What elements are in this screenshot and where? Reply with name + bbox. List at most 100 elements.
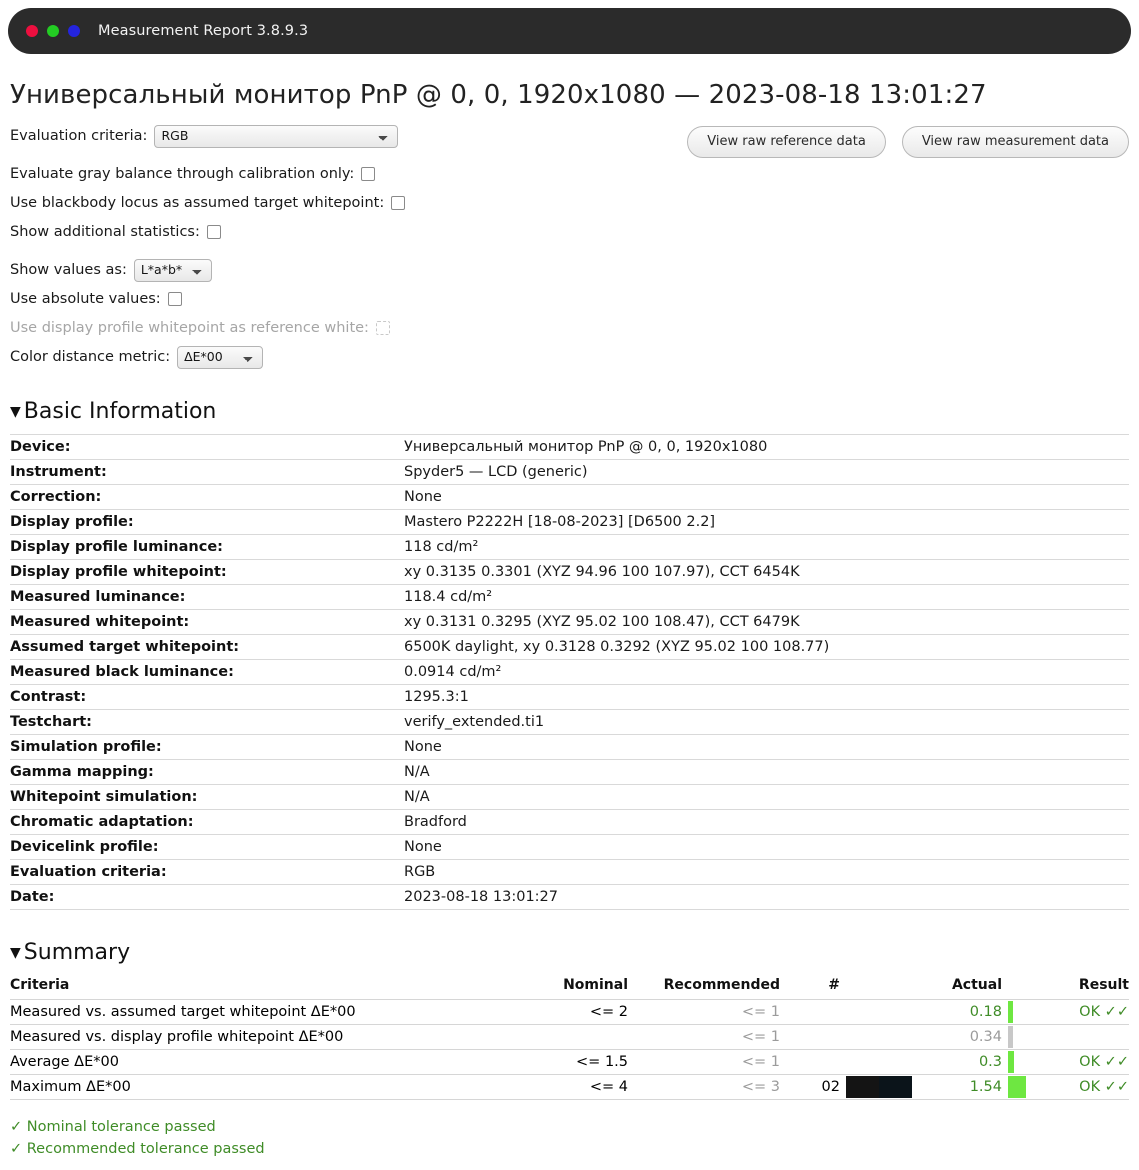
column-header-swatch bbox=[846, 975, 912, 1000]
bar-cell bbox=[1002, 1025, 1026, 1050]
tolerance-bar-track bbox=[1002, 1026, 1026, 1048]
additional-statistics-checkbox[interactable] bbox=[206, 225, 221, 239]
color-distance-metric-select[interactable]: ΔE*00 bbox=[177, 345, 264, 369]
table-row: Contrast: 1295.3:1 bbox=[10, 684, 1129, 710]
info-key: Measured black luminance: bbox=[10, 664, 234, 680]
number-cell bbox=[780, 1050, 846, 1075]
bar-cell bbox=[1002, 1000, 1026, 1025]
number-cell bbox=[780, 1000, 846, 1025]
info-key: Gamma mapping: bbox=[10, 764, 154, 780]
swatch-cell bbox=[846, 1025, 912, 1050]
absolute-values-checkbox[interactable] bbox=[167, 292, 182, 306]
table-row: Devicelink profile: None bbox=[10, 834, 1129, 860]
info-value: N/A bbox=[404, 789, 430, 805]
actual-cell: 0.3 bbox=[978, 1054, 1002, 1070]
table-row: Evaluation criteria: RGB bbox=[10, 859, 1129, 885]
bar-cell bbox=[1002, 1050, 1026, 1075]
evaluation-criteria-select[interactable]: RGB bbox=[154, 124, 399, 148]
info-key: Testchart: bbox=[10, 714, 92, 730]
recommended-cell: <= 1 bbox=[741, 1004, 780, 1020]
table-row: Average ΔE*00 <= 1.5 <= 1 0.3 OK ✓✓ bbox=[10, 1049, 1129, 1075]
info-value: Mastero P2222H [18-08-2023] [D6500 2.2] bbox=[404, 514, 716, 530]
additional-statistics-label: Show additional statistics: bbox=[10, 224, 200, 240]
info-key: Display profile whitepoint: bbox=[10, 564, 227, 580]
table-row: Display profile luminance: 118 cd/m² bbox=[10, 534, 1129, 560]
bar-cell bbox=[1002, 1075, 1026, 1100]
show-values-as-select[interactable]: L*a*b* bbox=[133, 258, 212, 282]
column-header-result: Result bbox=[1078, 977, 1129, 993]
column-header-nominal: Nominal bbox=[563, 977, 628, 993]
table-row: Gamma mapping: N/A bbox=[10, 759, 1129, 785]
recommended-cell: <= 1 bbox=[741, 1054, 780, 1070]
table-row: Device: Универсальный монитор PnP @ 0, 0,… bbox=[10, 434, 1129, 460]
gray-balance-row: Evaluate gray balance through calibratio… bbox=[10, 162, 1129, 186]
column-header-number: # bbox=[828, 977, 840, 993]
criteria-cell: Measured vs. assumed target whitepoint Δ… bbox=[10, 1004, 356, 1020]
table-row: Correction: None bbox=[10, 484, 1129, 510]
basic-information-heading[interactable]: ▼ Basic Information bbox=[10, 399, 1129, 424]
view-raw-measurement-data-button[interactable]: View raw measurement data bbox=[901, 126, 1129, 158]
view-raw-reference-data-button[interactable]: View raw reference data bbox=[687, 126, 886, 158]
nominal-cell: <= 4 bbox=[589, 1079, 628, 1095]
info-key: Devicelink profile: bbox=[10, 839, 159, 855]
legend-recommended-passed: ✓ Recommended tolerance passed bbox=[10, 1141, 265, 1158]
gray-balance-label: Evaluate gray balance through calibratio… bbox=[10, 166, 355, 182]
color-distance-metric-row: Color distance metric: ΔE*00 bbox=[10, 345, 1129, 369]
result-cell: OK ✓✓ bbox=[1079, 1079, 1129, 1095]
info-value: None bbox=[404, 489, 442, 505]
info-value: 0.0914 cd/m² bbox=[404, 664, 502, 680]
blackbody-locus-row: Use blackbody locus as assumed target wh… bbox=[10, 191, 1129, 215]
table-row: Measured vs. assumed target whitepoint Δ… bbox=[10, 999, 1129, 1025]
gray-balance-checkbox[interactable] bbox=[361, 167, 376, 181]
info-value: Универсальный монитор PnP @ 0, 0, 1920x1… bbox=[404, 439, 768, 455]
swatch-cell bbox=[846, 1050, 912, 1075]
result-cell: OK ✓✓ bbox=[1079, 1054, 1129, 1070]
summary-table: Criteria Nominal Recommended # Actual Re… bbox=[10, 975, 1129, 1100]
info-key: Display profile luminance: bbox=[10, 539, 223, 555]
result-cell bbox=[1026, 1025, 1129, 1050]
info-key: Chromatic adaptation: bbox=[10, 814, 194, 830]
show-values-as-label: Show values as: bbox=[10, 262, 127, 278]
column-header-criteria: Criteria bbox=[10, 977, 70, 993]
window-title-bar: Measurement Report 3.8.9.3 bbox=[8, 8, 1131, 54]
table-row: Instrument: Spyder5 — LCD (generic) bbox=[10, 459, 1129, 485]
maximize-dot-icon[interactable] bbox=[68, 25, 80, 37]
tolerance-bar bbox=[1008, 1076, 1026, 1098]
tolerance-bar bbox=[1008, 1026, 1013, 1048]
absolute-values-label: Use absolute values: bbox=[10, 291, 161, 307]
table-row: Display profile whitepoint: xy 0.3135 0.3… bbox=[10, 559, 1129, 585]
summary-heading[interactable]: ▼ Summary bbox=[10, 940, 1129, 965]
info-key: Whitepoint simulation: bbox=[10, 789, 198, 805]
table-row: Date: 2023-08-18 13:01:27 bbox=[10, 884, 1129, 910]
table-row: Measured vs. display profile whitepoint … bbox=[10, 1024, 1129, 1050]
close-dot-icon[interactable] bbox=[26, 25, 38, 37]
info-value: xy 0.3135 0.3301 (XYZ 94.96 100 107.97),… bbox=[404, 564, 800, 580]
absolute-values-row: Use absolute values: bbox=[10, 287, 1129, 311]
table-row: Measured black luminance: 0.0914 cd/m² bbox=[10, 659, 1129, 685]
criteria-cell: Maximum ΔE*00 bbox=[10, 1079, 131, 1095]
profile-whitepoint-reference-label: Use display profile whitepoint as refere… bbox=[10, 320, 369, 336]
info-value: Spyder5 — LCD (generic) bbox=[404, 464, 588, 480]
window-controls bbox=[26, 25, 80, 37]
table-row: Display profile: Mastero P2222H [18-08-20… bbox=[10, 509, 1129, 535]
tolerance-bar-track bbox=[1002, 1051, 1026, 1073]
info-key: Simulation profile: bbox=[10, 739, 162, 755]
info-value: RGB bbox=[404, 864, 436, 880]
info-value: Bradford bbox=[404, 814, 467, 830]
blackbody-locus-checkbox[interactable] bbox=[391, 196, 406, 210]
recommended-cell: <= 3 bbox=[741, 1079, 780, 1095]
nominal-cell bbox=[510, 1025, 628, 1050]
info-value: N/A bbox=[404, 764, 430, 780]
summary-heading-label: Summary bbox=[23, 940, 131, 965]
swatch-cell bbox=[846, 1000, 912, 1025]
collapse-triangle-icon: ▼ bbox=[10, 404, 21, 420]
number-cell: 02 bbox=[821, 1079, 840, 1095]
minimize-dot-icon[interactable] bbox=[47, 25, 59, 37]
collapse-triangle-icon: ▼ bbox=[10, 945, 21, 961]
info-value: 1295.3:1 bbox=[404, 689, 469, 705]
column-header-bar bbox=[1002, 975, 1026, 1000]
info-value: xy 0.3131 0.3295 (XYZ 95.02 100 108.47),… bbox=[404, 614, 800, 630]
color-swatch-pair bbox=[846, 1076, 912, 1098]
tolerance-bar-track bbox=[1002, 1076, 1026, 1098]
nominal-cell: <= 1.5 bbox=[576, 1054, 628, 1070]
